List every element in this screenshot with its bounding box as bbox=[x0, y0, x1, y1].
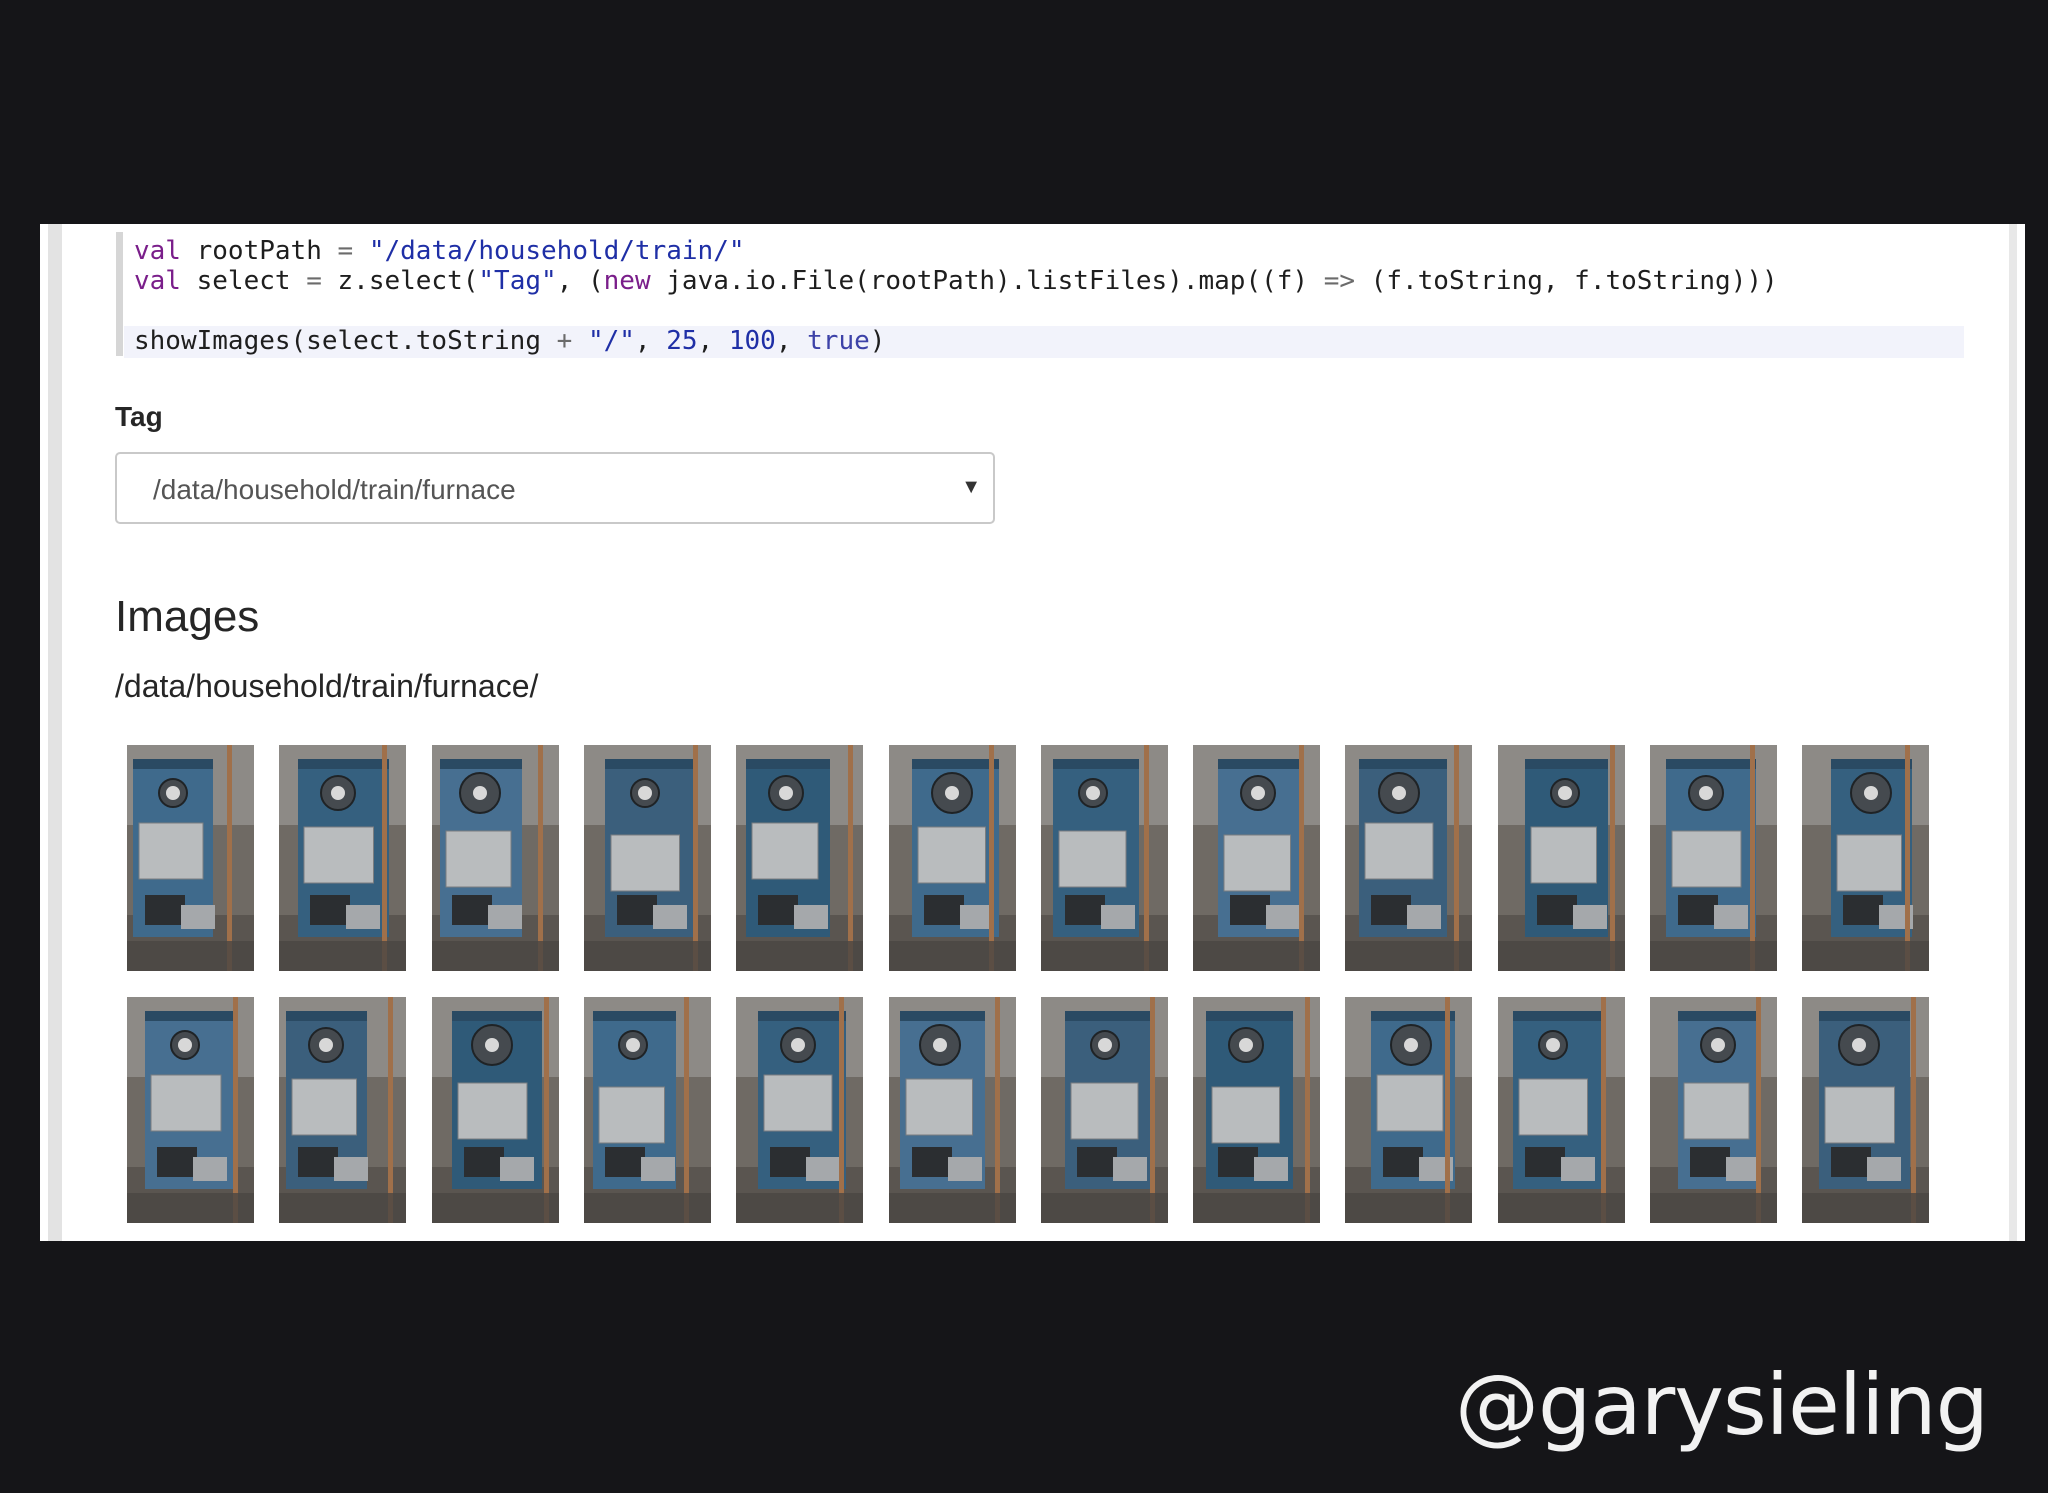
images-path: /data/household/train/furnace/ bbox=[115, 668, 539, 704]
code-keyword: new bbox=[603, 266, 651, 296]
furnace-thumbnail[interactable] bbox=[1650, 997, 1777, 1223]
code-number: 100 bbox=[728, 326, 776, 356]
code-operator: = bbox=[306, 266, 322, 296]
furnace-photo-icon bbox=[432, 997, 559, 1223]
code-text: , bbox=[697, 326, 729, 356]
tag-label: Tag bbox=[115, 401, 163, 432]
furnace-photo-icon bbox=[1041, 997, 1168, 1223]
twitter-handle: @garysieling bbox=[1454, 1356, 1989, 1454]
furnace-thumbnail[interactable] bbox=[1193, 745, 1320, 971]
code-number: 25 bbox=[666, 326, 698, 356]
code-text: (f.toString, f.toString))) bbox=[1355, 266, 1778, 296]
chevron-down-icon[interactable]: ▼ bbox=[961, 476, 981, 499]
furnace-thumbnail[interactable] bbox=[432, 997, 559, 1223]
furnace-thumbnail[interactable] bbox=[1498, 997, 1625, 1223]
code-line-2[interactable]: val select = z.select("Tag", (new java.i… bbox=[134, 266, 1778, 296]
code-text: rootPath bbox=[180, 236, 338, 266]
code-text: , bbox=[775, 326, 808, 356]
code-operator: = bbox=[337, 236, 354, 266]
furnace-thumbnail[interactable] bbox=[279, 745, 406, 971]
furnace-thumbnail[interactable] bbox=[1802, 997, 1929, 1223]
furnace-thumbnail[interactable] bbox=[1650, 745, 1777, 971]
furnace-photo-icon bbox=[279, 997, 406, 1223]
furnace-thumbnail[interactable] bbox=[1345, 745, 1472, 971]
code-operator: => bbox=[1323, 266, 1356, 296]
code-text: showImages(select.toString bbox=[134, 326, 557, 356]
furnace-thumbnail[interactable] bbox=[889, 745, 1016, 971]
code-text: select bbox=[180, 266, 307, 296]
code-text: , bbox=[634, 326, 667, 356]
furnace-thumbnail[interactable] bbox=[1193, 997, 1320, 1223]
paragraph-right-border bbox=[2009, 224, 2017, 1241]
furnace-thumbnail[interactable] bbox=[1345, 997, 1472, 1223]
furnace-thumbnail[interactable] bbox=[889, 997, 1016, 1223]
furnace-thumbnail[interactable] bbox=[127, 997, 254, 1223]
furnace-photo-icon bbox=[889, 997, 1016, 1223]
furnace-photo-icon bbox=[127, 997, 254, 1223]
furnace-thumbnail[interactable] bbox=[1041, 745, 1168, 971]
paragraph-left-border bbox=[48, 224, 62, 1241]
furnace-photo-icon bbox=[1193, 997, 1320, 1223]
furnace-photo-icon bbox=[736, 997, 863, 1223]
code-editor[interactable]: val rootPath = "/data/household/train/" … bbox=[116, 232, 1996, 360]
code-gutter bbox=[116, 232, 123, 356]
code-keyword: val bbox=[134, 266, 181, 296]
furnace-photo-icon bbox=[584, 997, 711, 1223]
code-text: java.io.File(rootPath).listFiles).map((f… bbox=[650, 266, 1324, 296]
code-text: , ( bbox=[556, 266, 604, 296]
furnace-thumbnail[interactable] bbox=[279, 997, 406, 1223]
code-keyword: val bbox=[134, 236, 181, 266]
furnace-thumbnail[interactable] bbox=[1041, 997, 1168, 1223]
furnace-thumbnail[interactable] bbox=[736, 997, 863, 1223]
code-line-1[interactable]: val rootPath = "/data/household/train/" bbox=[134, 236, 745, 266]
furnace-photo-icon bbox=[1345, 997, 1472, 1223]
furnace-thumbnail[interactable] bbox=[584, 745, 711, 971]
furnace-photo-icon bbox=[432, 745, 559, 971]
furnace-thumbnail[interactable] bbox=[736, 745, 863, 971]
furnace-photo-icon bbox=[584, 745, 711, 971]
tag-select[interactable]: /data/household/train/furnace ▼ bbox=[115, 452, 995, 524]
furnace-photo-icon bbox=[889, 745, 1016, 971]
code-string: "/data/household/train/" bbox=[353, 236, 745, 266]
furnace-photo-icon bbox=[1498, 745, 1625, 971]
slide: val rootPath = "/data/household/train/" … bbox=[0, 0, 2048, 1493]
code-string: "/" bbox=[572, 326, 635, 356]
furnace-thumbnail[interactable] bbox=[1498, 745, 1625, 971]
furnace-photo-icon bbox=[279, 745, 406, 971]
furnace-photo-icon bbox=[1802, 997, 1929, 1223]
furnace-photo-icon bbox=[1498, 997, 1625, 1223]
furnace-photo-icon bbox=[1650, 745, 1777, 971]
furnace-photo-icon bbox=[1193, 745, 1320, 971]
notebook-paragraph: val rootPath = "/data/household/train/" … bbox=[40, 224, 2025, 1241]
furnace-thumbnail[interactable] bbox=[127, 745, 254, 971]
furnace-photo-icon bbox=[127, 745, 254, 971]
code-text: ) bbox=[869, 326, 886, 356]
furnace-photo-icon bbox=[1345, 745, 1472, 971]
furnace-thumbnail[interactable] bbox=[1802, 745, 1929, 971]
tag-select-value: /data/household/train/furnace bbox=[153, 474, 516, 505]
images-heading: Images bbox=[115, 592, 260, 641]
furnace-photo-icon bbox=[1802, 745, 1929, 971]
furnace-thumbnail[interactable] bbox=[584, 997, 711, 1223]
furnace-photo-icon bbox=[1041, 745, 1168, 971]
furnace-thumbnail[interactable] bbox=[432, 745, 559, 971]
code-string: "Tag" bbox=[478, 266, 557, 296]
code-text: z.select( bbox=[321, 266, 479, 296]
code-line-3[interactable]: showImages(select.toString + "/", 25, 10… bbox=[134, 326, 885, 356]
furnace-photo-icon bbox=[1650, 997, 1777, 1223]
code-boolean: true bbox=[807, 326, 870, 356]
code-operator: + bbox=[556, 326, 573, 356]
furnace-photo-icon bbox=[736, 745, 863, 971]
